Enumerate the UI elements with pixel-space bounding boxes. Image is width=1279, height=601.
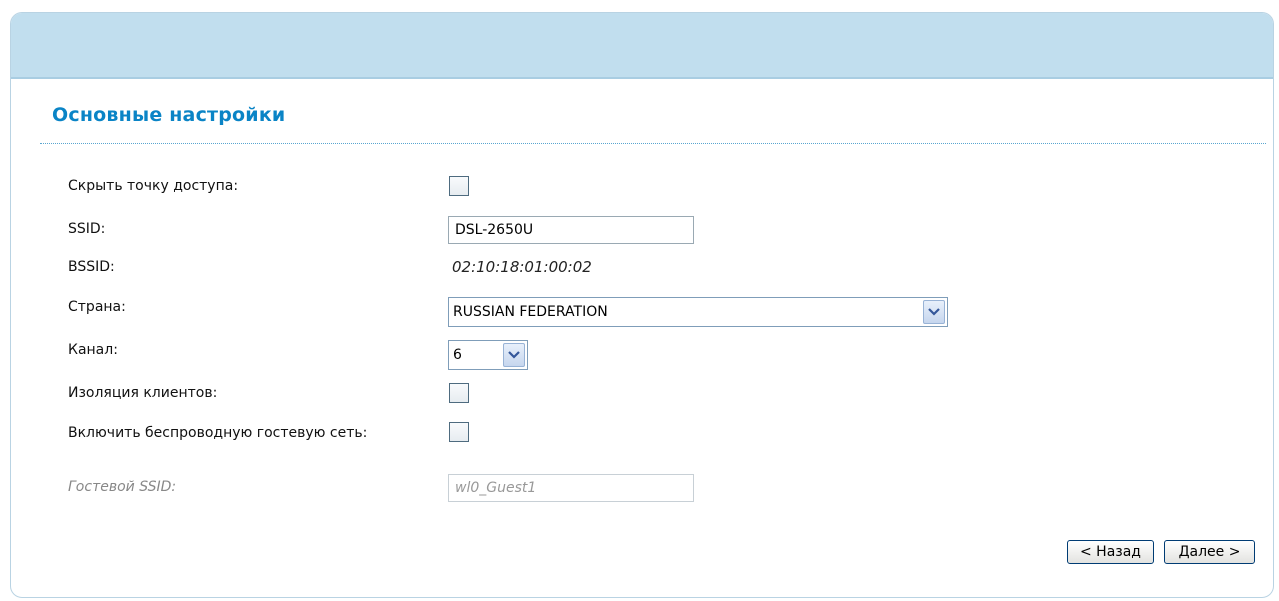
header-bar xyxy=(11,13,1273,79)
hide-ap-checkbox[interactable] xyxy=(449,176,469,196)
channel-select-value: 6 xyxy=(453,347,462,363)
hide-ap-label: Скрыть точку доступа: xyxy=(68,178,239,194)
country-select-value: RUSSIAN FEDERATION xyxy=(453,304,608,320)
section-divider xyxy=(40,143,1266,144)
guest-enable-checkbox[interactable] xyxy=(449,422,469,442)
chevron-down-icon[interactable] xyxy=(923,300,945,324)
country-label: Страна: xyxy=(68,299,126,315)
bssid-value: 02:10:18:01:00:02 xyxy=(452,258,592,276)
back-button[interactable]: < Назад xyxy=(1067,540,1154,564)
channel-select[interactable]: 6 xyxy=(448,340,528,370)
bssid-label: BSSID: xyxy=(68,259,115,275)
guest-ssid-input[interactable] xyxy=(448,474,694,502)
next-button[interactable]: Далее > xyxy=(1164,540,1255,564)
country-select[interactable]: RUSSIAN FEDERATION xyxy=(448,297,948,327)
guest-enable-label: Включить беспроводную гостевую сеть: xyxy=(68,425,368,441)
channel-label: Канал: xyxy=(68,342,118,358)
isolation-checkbox[interactable] xyxy=(449,383,469,403)
ssid-label: SSID: xyxy=(68,221,106,237)
ssid-input[interactable] xyxy=(448,216,694,244)
chevron-down-icon[interactable] xyxy=(503,343,525,367)
section-title: Основные настройки xyxy=(52,104,286,126)
isolation-label: Изоляция клиентов: xyxy=(68,385,218,401)
guest-ssid-label: Гостевой SSID: xyxy=(68,479,177,495)
